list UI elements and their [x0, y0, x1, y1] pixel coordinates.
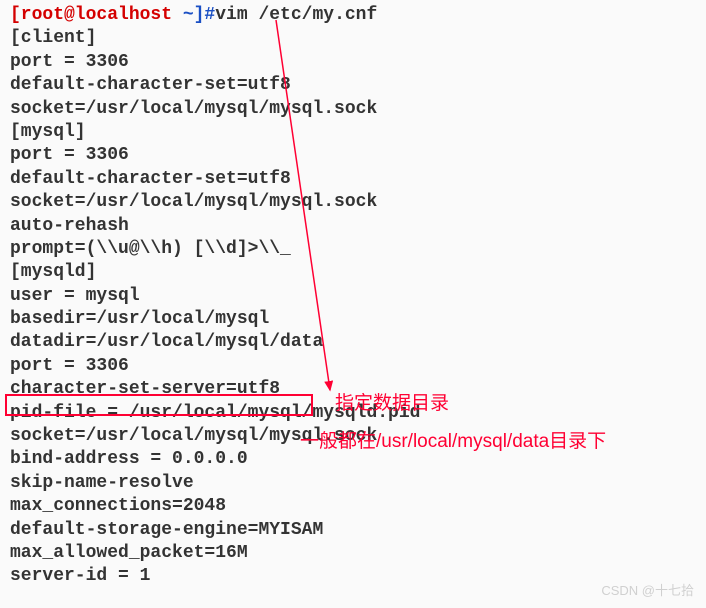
config-line-datadir: datadir=/usr/local/mysql/data [10, 331, 696, 354]
prompt-tilde: ~]# [172, 5, 215, 25]
config-line: prompt=(\\u@\\h) [\\d]>\\_ [10, 238, 696, 261]
config-line: socket=/usr/local/mysql/mysql.sock [10, 191, 696, 214]
config-line: user = mysql [10, 285, 696, 308]
config-section-client: [client] [10, 27, 696, 50]
config-line: server-id = 1 [10, 565, 696, 588]
config-line: basedir=/usr/local/mysql [10, 308, 696, 331]
shell-prompt-line: [root@localhost ~]#vim /etc/my.cnf [10, 4, 696, 27]
config-line: default-character-set=utf8 [10, 74, 696, 97]
watermark: CSDN @十七拾 [601, 583, 694, 600]
config-line: max_allowed_packet=16M [10, 542, 696, 565]
config-line: socket=/usr/local/mysql/mysql.sock [10, 98, 696, 121]
config-line: max_connections=2048 [10, 495, 696, 518]
config-section-mysqld: [mysqld] [10, 261, 696, 284]
config-section-mysql: [mysql] [10, 121, 696, 144]
annotation-label-1: 指定数据目录 [335, 392, 449, 417]
config-line: default-storage-engine=MYISAM [10, 519, 696, 542]
prompt-command: vim /etc/my.cnf [215, 5, 377, 25]
annotation-label-2: 一般都在/usr/local/mysql/data目录下 [300, 430, 606, 455]
config-line: auto-rehash [10, 215, 696, 238]
config-line: port = 3306 [10, 355, 696, 378]
config-line: skip-name-resolve [10, 472, 696, 495]
prompt-user-host: [root@localhost [10, 5, 172, 25]
config-line: default-character-set=utf8 [10, 168, 696, 191]
config-line: port = 3306 [10, 51, 696, 74]
config-line: port = 3306 [10, 144, 696, 167]
